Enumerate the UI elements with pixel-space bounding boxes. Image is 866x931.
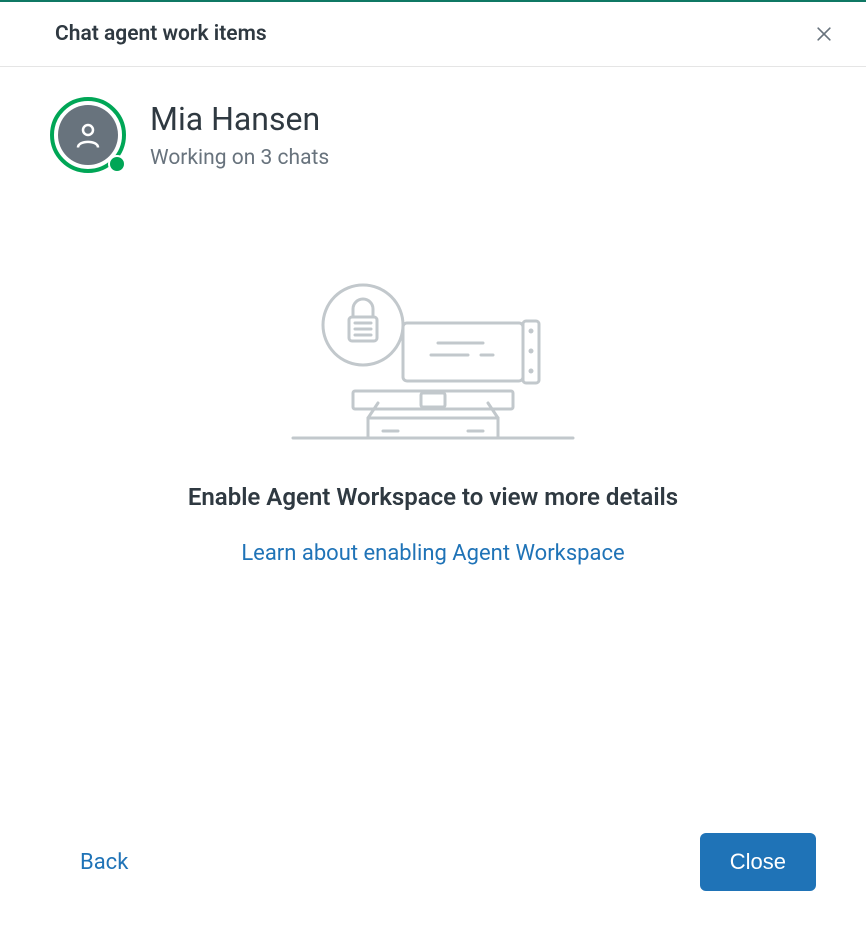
modal-footer: Back Close	[0, 803, 866, 931]
user-icon	[73, 120, 103, 150]
status-indicator-icon	[108, 155, 126, 173]
modal-header: Chat agent work items	[0, 2, 866, 67]
empty-state-heading: Enable Agent Workspace to view more deta…	[188, 483, 678, 511]
modal-title: Chat agent work items	[55, 22, 267, 46]
close-icon[interactable]	[812, 22, 836, 46]
agent-info: Mia Hansen Working on 3 chats	[50, 97, 816, 173]
agent-status: Working on 3 chats	[150, 146, 329, 170]
back-button[interactable]: Back	[80, 850, 128, 875]
close-button[interactable]: Close	[700, 833, 816, 891]
empty-state: Enable Agent Workspace to view more deta…	[50, 273, 816, 566]
agent-name: Mia Hansen	[150, 100, 329, 138]
workspace-locked-illustration-icon	[273, 273, 593, 453]
modal-body: Mia Hansen Working on 3 chats	[0, 67, 866, 596]
agent-text: Mia Hansen Working on 3 chats	[150, 100, 329, 170]
learn-more-link[interactable]: Learn about enabling Agent Workspace	[241, 541, 624, 566]
avatar	[50, 97, 126, 173]
